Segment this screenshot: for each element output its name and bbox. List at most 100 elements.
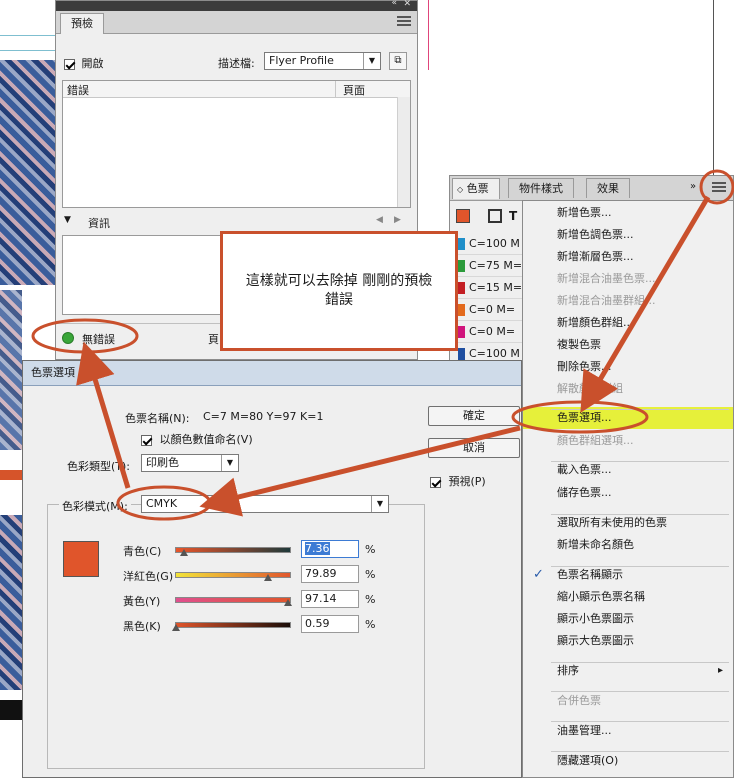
menu-item[interactable]: 新增顏色群組...: [523, 312, 733, 334]
menu-item[interactable]: 選取所有未使用的色票: [523, 512, 733, 534]
menu-item[interactable]: 新增色票...: [523, 202, 733, 224]
channel-slider[interactable]: [175, 572, 291, 578]
channel-slider[interactable]: [175, 547, 291, 553]
color-mode-value: CMYK: [146, 497, 178, 510]
swatches-panel-menu: 新增色票... 新增色調色票... 新增漸層色票... 新增混合油墨色票... 新增混合…: [522, 200, 734, 778]
swatch-row[interactable]: C=100 M: [458, 234, 528, 255]
swatch-row[interactable]: C=15 M=: [458, 278, 528, 299]
channel-value-field[interactable]: 7.36: [301, 540, 359, 558]
fill-swatch-icon[interactable]: [456, 209, 470, 223]
menu-item[interactable]: 刪除色票...: [523, 356, 733, 378]
channel-label: 洋紅色(G): [123, 570, 174, 583]
channel-slider[interactable]: [175, 597, 291, 603]
annotation-callout: 這樣就可以去除掉 剛剛的預檢 錯誤: [220, 231, 458, 351]
submenu-arrow-icon: ▸: [717, 665, 723, 676]
profile-select[interactable]: Flyer Profile ▼: [264, 52, 381, 70]
channel-value-field[interactable]: 97.14: [301, 590, 359, 608]
swatch-row[interactable]: C=0 M=: [458, 322, 528, 343]
slider-thumb[interactable]: [283, 599, 292, 606]
menu-item-label: 複製色票: [557, 338, 601, 351]
menu-item[interactable]: 解散顏色群組: [523, 378, 733, 400]
menu-item[interactable]: 新增未命名顏色: [523, 534, 733, 556]
tab-swatches[interactable]: ◇ 色票: [452, 178, 500, 199]
tab-label: 色票: [466, 182, 489, 195]
tab-effects[interactable]: 效果: [586, 178, 630, 198]
preflight-on-toggle[interactable]: 開啟: [64, 55, 104, 71]
menu-item[interactable]: 色票選項...: [523, 407, 733, 429]
menu-item[interactable]: 顯示大色票圖示: [523, 630, 733, 652]
menu-separator: [551, 751, 729, 752]
document-image: [0, 515, 22, 690]
menu-item[interactable]: 複製色票: [523, 334, 733, 356]
callout-text-line2: 錯誤: [325, 292, 353, 308]
slider-thumb[interactable]: [171, 624, 180, 631]
channel-value-field[interactable]: 0.59: [301, 615, 359, 633]
text-formatting-icon[interactable]: T: [509, 209, 517, 223]
swatch-row[interactable]: C=75 M=: [458, 256, 528, 277]
menu-item[interactable]: 新增漸層色票...: [523, 246, 733, 268]
checkbox-checked-icon[interactable]: [430, 476, 441, 488]
column-header-error[interactable]: 錯誤: [67, 82, 89, 98]
menu-item[interactable]: 新增混合油墨色票...: [523, 268, 733, 290]
menu-item[interactable]: 顏色群組選項...: [523, 430, 733, 452]
expand-icon[interactable]: »: [690, 181, 696, 192]
color-mode-select[interactable]: CMYK ▼: [141, 495, 389, 513]
cancel-button[interactable]: 取消: [428, 438, 520, 458]
menu-item[interactable]: 色票名稱顯示 ✓: [523, 564, 733, 586]
tab-object-styles[interactable]: 物件樣式: [508, 178, 574, 198]
swatch-name: C=100 M: [469, 237, 520, 250]
menu-item[interactable]: 新增色調色票...: [523, 224, 733, 246]
checkbox-checked-icon[interactable]: [64, 58, 75, 70]
stroke-swatch-icon[interactable]: [488, 209, 502, 223]
errors-list[interactable]: 錯誤 頁面: [62, 80, 411, 208]
channel-label: 黑色(K): [123, 620, 161, 633]
define-profiles-icon[interactable]: ⧉: [389, 52, 407, 70]
color-type-value: 印刷色: [146, 456, 179, 469]
info-disclosure-icon[interactable]: ▼: [64, 215, 71, 225]
menu-item[interactable]: 排序 ▸: [523, 660, 733, 682]
profile-label: 描述檔:: [218, 57, 255, 70]
checkbox-checked-icon[interactable]: [141, 434, 152, 446]
name-by-value-checkbox[interactable]: 以顏色數值命名(V): [141, 431, 253, 447]
panel-menu-icon[interactable]: [712, 182, 726, 194]
menu-item-label: 色票選項...: [557, 411, 612, 424]
panel-title-bar[interactable]: « ✕: [56, 0, 417, 11]
swatch-chip: [458, 326, 465, 338]
channel-value: 7.36: [305, 542, 330, 555]
close-icon[interactable]: ✕: [403, 0, 411, 9]
swatch-row[interactable]: C=0 M=: [458, 300, 528, 321]
menu-item[interactable]: 縮小顯示色票名稱: [523, 586, 733, 608]
tab-label: 效果: [597, 182, 619, 195]
swatch-chip: [458, 348, 465, 360]
menu-item-label: 新增色票...: [557, 206, 612, 219]
menu-separator: [551, 662, 729, 663]
preview-checkbox[interactable]: 預視(P): [430, 473, 486, 489]
collapse-icon[interactable]: «: [391, 0, 397, 8]
channel-value-field[interactable]: 79.89: [301, 565, 359, 583]
tab-preflight[interactable]: 預檢: [60, 13, 104, 34]
cancel-label: 取消: [463, 441, 485, 454]
column-header-page[interactable]: 頁面: [343, 82, 365, 98]
next-arrow-icon[interactable]: ▶: [394, 215, 401, 225]
panel-menu-icon[interactable]: [397, 16, 411, 28]
prev-arrow-icon[interactable]: ◀: [376, 215, 383, 225]
menu-item[interactable]: 隱藏選項(O): [523, 750, 733, 772]
menu-item[interactable]: 載入色票...: [523, 459, 733, 481]
menu-item[interactable]: 顯示小色票圖示: [523, 608, 733, 630]
preflight-status: 無錯誤: [82, 333, 115, 346]
color-type-select[interactable]: 印刷色 ▼: [141, 454, 239, 472]
channel-value: 0.59: [305, 617, 330, 630]
menu-item[interactable]: 油墨管理...: [523, 720, 733, 742]
slider-thumb[interactable]: [263, 574, 272, 581]
ok-button[interactable]: 確定: [428, 406, 520, 426]
dialog-title-bar[interactable]: 色票選項: [23, 361, 521, 386]
channel-slider[interactable]: [175, 622, 291, 628]
document-edge: [713, 0, 714, 175]
menu-item[interactable]: 新增混合油墨群組...: [523, 290, 733, 312]
slider-thumb[interactable]: [179, 549, 188, 556]
menu-item[interactable]: 儲存色票...: [523, 482, 733, 504]
color-mode-label: 色彩模式(M):: [59, 498, 131, 514]
scrollbar[interactable]: [397, 97, 410, 207]
menu-item[interactable]: 合併色票: [523, 690, 733, 712]
swatch-name: C=0 M=: [469, 303, 516, 316]
